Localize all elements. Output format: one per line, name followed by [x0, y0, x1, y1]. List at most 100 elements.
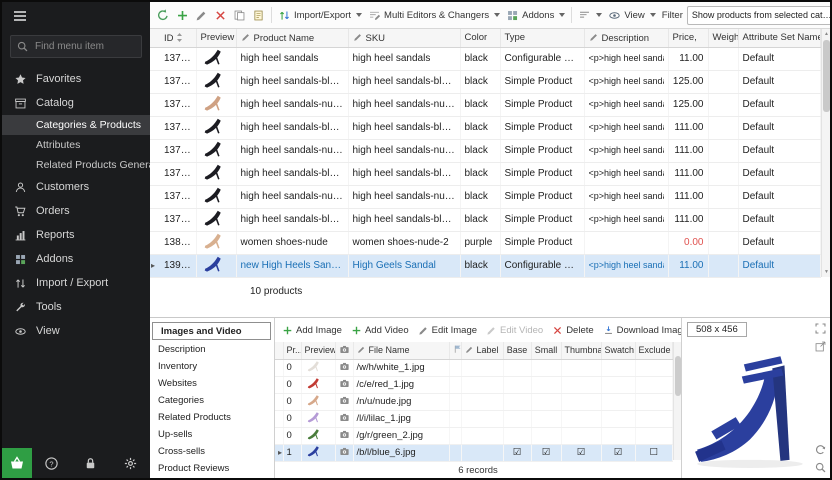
swatch-checkbox[interactable]: [601, 376, 635, 393]
exclude-checkbox[interactable]: [635, 359, 673, 376]
product-row[interactable]: 13736 high heel sandals-black-36 high he…: [150, 116, 821, 139]
col-id[interactable]: ID: [160, 29, 196, 47]
addons-menu[interactable]: Addons: [504, 8, 567, 23]
thumbnail-checkbox[interactable]: [561, 359, 601, 376]
multi-editors-menu[interactable]: Multi Editors & Changers: [366, 8, 502, 23]
small-checkbox[interactable]: [531, 376, 561, 393]
row-expander-icon[interactable]: ▸: [151, 261, 155, 270]
col-image-preview[interactable]: Preview: [301, 342, 335, 359]
edit-image-button[interactable]: Edit Image: [416, 324, 479, 337]
base-checkbox[interactable]: [503, 376, 531, 393]
col-price[interactable]: Price,: [668, 29, 708, 47]
add-product-button[interactable]: [174, 8, 191, 23]
small-checkbox[interactable]: [531, 427, 561, 444]
col-label[interactable]: Label: [461, 342, 503, 359]
thumbnail-checkbox[interactable]: [561, 410, 601, 427]
scrollbar-thumb[interactable]: [823, 40, 830, 112]
base-checkbox[interactable]: [503, 427, 531, 444]
image-row[interactable]: 0 /l/i/lilac_1.jpg: [275, 410, 673, 427]
sidebar-item-orders[interactable]: Orders: [2, 199, 150, 223]
delete-product-button[interactable]: [212, 8, 229, 23]
copy-button[interactable]: [231, 8, 248, 23]
scroll-down-arrow[interactable]: ▼: [822, 267, 831, 277]
sidebar-item-import-export[interactable]: Import / Export: [2, 271, 150, 295]
exclude-checkbox[interactable]: [635, 376, 673, 393]
image-row[interactable]: 0 /n/u/nude.jpg: [275, 393, 673, 410]
sidebar-item-view[interactable]: View: [2, 319, 150, 343]
lock-button[interactable]: [83, 456, 98, 471]
swatch-checkbox[interactable]: [601, 427, 635, 444]
col-priority[interactable]: Pr...: [283, 342, 301, 359]
product-row[interactable]: 13737 high heel sandals-nude-36 high hee…: [150, 139, 821, 162]
thumbnail-checkbox[interactable]: [561, 427, 601, 444]
store-button[interactable]: [2, 448, 32, 478]
sidebar-item-categories-products[interactable]: Categories & Products: [2, 115, 150, 135]
col-base[interactable]: Base: [503, 342, 531, 359]
delete-image-button[interactable]: Delete: [550, 324, 595, 337]
small-checkbox[interactable]: [531, 410, 561, 427]
col-product-name[interactable]: Product Name: [236, 29, 348, 47]
image-row[interactable]: 0 /g/r/green_2.jpg: [275, 427, 673, 444]
product-row[interactable]: 13740 high heel sandals-black-38 high he…: [150, 208, 821, 231]
product-detail-tab[interactable]: Inventory: [150, 358, 274, 375]
product-row[interactable]: 13738 high heel sandals-black-37 high he…: [150, 162, 821, 185]
edit-product-button[interactable]: [193, 8, 210, 23]
zoom-button[interactable]: [814, 461, 827, 474]
sidebar-item-reports[interactable]: Reports: [2, 223, 150, 247]
add-image-button[interactable]: Add Image: [280, 324, 344, 337]
paste-button[interactable]: [250, 8, 267, 23]
sidebar-item-related-products-generator[interactable]: Related Products Generator: [2, 155, 150, 175]
product-detail-tab[interactable]: Product Reviews: [150, 460, 274, 477]
base-checkbox[interactable]: [503, 393, 531, 410]
product-detail-tab[interactable]: Up-sells: [150, 426, 274, 443]
product-row[interactable]: 13739 high heel sandals-nude-37 high hee…: [150, 185, 821, 208]
image-row[interactable]: 0 /c/e/red_1.jpg: [275, 376, 673, 393]
product-detail-tab[interactable]: Images and Video: [152, 322, 271, 340]
sidebar-item-tools[interactable]: Tools: [2, 295, 150, 319]
settings-button[interactable]: [123, 456, 138, 471]
refresh-button[interactable]: [154, 7, 172, 23]
small-checkbox[interactable]: [531, 359, 561, 376]
image-row[interactable]: 0 /w/h/white_1.jpg: [275, 359, 673, 376]
thumbnail-checkbox[interactable]: [561, 393, 601, 410]
small-checkbox[interactable]: ☑: [531, 444, 561, 461]
sidebar-item-customers[interactable]: Customers: [2, 175, 150, 199]
edit-video-button[interactable]: Edit Video: [484, 324, 545, 337]
category-filter-select[interactable]: Show products from selected categories: [687, 6, 830, 25]
col-thumbnail[interactable]: Thumbna: [561, 342, 601, 359]
col-sku[interactable]: SKU: [348, 29, 460, 47]
col-color[interactable]: Color: [460, 29, 500, 47]
search-input[interactable]: [10, 35, 142, 58]
row-expander-icon[interactable]: ▸: [278, 447, 283, 458]
col-weight[interactable]: Weight: [708, 29, 738, 47]
exclude-checkbox[interactable]: [635, 427, 673, 444]
fullscreen-button[interactable]: [814, 322, 827, 335]
col-exclude[interactable]: Exclude: [635, 342, 673, 359]
add-video-button[interactable]: Add Video: [349, 324, 411, 337]
sidebar-item-addons[interactable]: Addons: [2, 247, 150, 271]
product-detail-tab[interactable]: Websites: [150, 375, 274, 392]
hamburger-menu-button[interactable]: [2, 2, 150, 30]
col-small[interactable]: Small: [531, 342, 561, 359]
import-export-menu[interactable]: Import/Export: [276, 8, 364, 23]
col-attribute-set[interactable]: Attribute Set Name: [738, 29, 821, 47]
col-file-name[interactable]: File Name: [353, 342, 449, 359]
sidebar-item-attributes[interactable]: Attributes: [2, 135, 150, 155]
product-detail-tab[interactable]: Related Products: [150, 409, 274, 426]
col-description[interactable]: Description: [584, 29, 668, 47]
base-checkbox[interactable]: ☑: [503, 444, 531, 461]
row-options-menu[interactable]: [576, 8, 604, 23]
view-menu[interactable]: View: [606, 8, 657, 23]
product-detail-tab[interactable]: Categories: [150, 392, 274, 409]
swatch-checkbox[interactable]: [601, 410, 635, 427]
sidebar-item-favorites[interactable]: Favorites: [2, 67, 150, 91]
images-vertical-scrollbar[interactable]: [673, 342, 681, 460]
product-detail-tab[interactable]: Cross-sells: [150, 443, 274, 460]
swatch-checkbox[interactable]: [601, 393, 635, 410]
scroll-up-arrow[interactable]: ▲: [822, 29, 831, 39]
grid-vertical-scrollbar[interactable]: ▲ ▼: [821, 29, 830, 277]
product-detail-tab[interactable]: Description: [150, 341, 274, 358]
col-preview[interactable]: Preview: [196, 29, 236, 47]
sidebar-item-catalog[interactable]: Catalog: [2, 91, 150, 115]
product-row[interactable]: 13731 high heel sandals high heel sandal…: [150, 47, 821, 70]
